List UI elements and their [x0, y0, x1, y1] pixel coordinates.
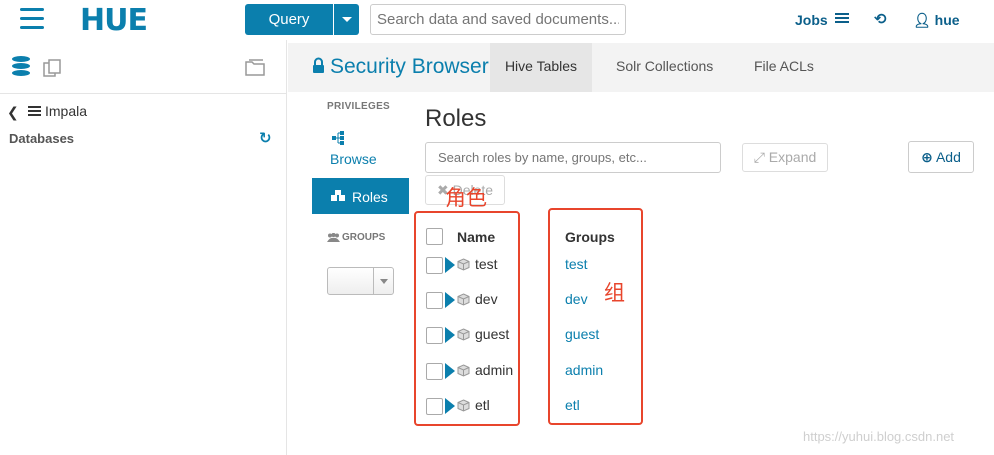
- jobs-list-icon[interactable]: [835, 13, 849, 25]
- page-title: Roles: [425, 105, 487, 132]
- impala-server-icon: [28, 106, 41, 117]
- annotation-box-groups: [548, 208, 643, 425]
- query-button[interactable]: Query: [245, 4, 333, 35]
- groups-heading: GROUPS: [342, 232, 386, 243]
- user-menu[interactable]: 👤︎ hue: [913, 12, 960, 29]
- tab-hive-tables[interactable]: Hive Tables: [490, 43, 592, 92]
- sitemap-icon[interactable]: [331, 130, 345, 146]
- expand-arrows-icon: ⤢: [753, 149, 765, 165]
- databases-label: Databases: [9, 131, 75, 146]
- annotation-box-roles: [414, 211, 520, 426]
- impala-label[interactable]: Impala: [45, 103, 87, 119]
- tab-file-acls[interactable]: File ACLs: [754, 58, 814, 74]
- expand-button[interactable]: ⤢ Expand: [742, 143, 828, 172]
- hue-logo[interactable]: HUE: [80, 3, 148, 38]
- left-panel-divider: [0, 93, 287, 94]
- browse-nav-item[interactable]: Browse: [330, 151, 377, 167]
- back-chevron-icon[interactable]: ❮: [7, 104, 19, 121]
- annotation-group-label: 组: [604, 281, 625, 305]
- users-icon: [327, 233, 340, 242]
- history-icon[interactable]: ⟲: [874, 10, 887, 28]
- left-assist-panel: [0, 40, 287, 455]
- tab-solr-collections[interactable]: Solr Collections: [616, 58, 713, 74]
- add-label: Add: [935, 149, 961, 165]
- user-name: hue: [934, 12, 960, 28]
- folder-icon[interactable]: [244, 57, 266, 77]
- add-button[interactable]: ⊕ Add: [908, 141, 974, 173]
- privileges-heading: PRIVILEGES: [327, 101, 391, 112]
- documents-icon[interactable]: [42, 58, 62, 78]
- watermark: https://yuhui.blog.csdn.net: [803, 429, 955, 444]
- chevron-down-icon[interactable]: [373, 268, 393, 294]
- roles-search-input[interactable]: [425, 142, 721, 173]
- plus-circle-icon: ⊕: [921, 149, 933, 165]
- lock-icon: [313, 57, 324, 73]
- database-icon[interactable]: [12, 56, 30, 78]
- security-browser-title: Security Browser: [330, 55, 489, 78]
- global-search-input[interactable]: [370, 4, 626, 35]
- jobs-link[interactable]: Jobs: [795, 12, 828, 28]
- annotation-roles-label: 角色: [445, 186, 487, 210]
- user-icon: 👤︎: [913, 12, 931, 28]
- roles-nav-label: Roles: [352, 189, 388, 205]
- hamburger-menu-icon[interactable]: [20, 8, 44, 30]
- cubes-icon: [331, 190, 345, 201]
- expand-label: Expand: [768, 149, 817, 165]
- refresh-icon[interactable]: ↻: [259, 129, 272, 147]
- query-dropdown-caret-icon[interactable]: [334, 4, 359, 35]
